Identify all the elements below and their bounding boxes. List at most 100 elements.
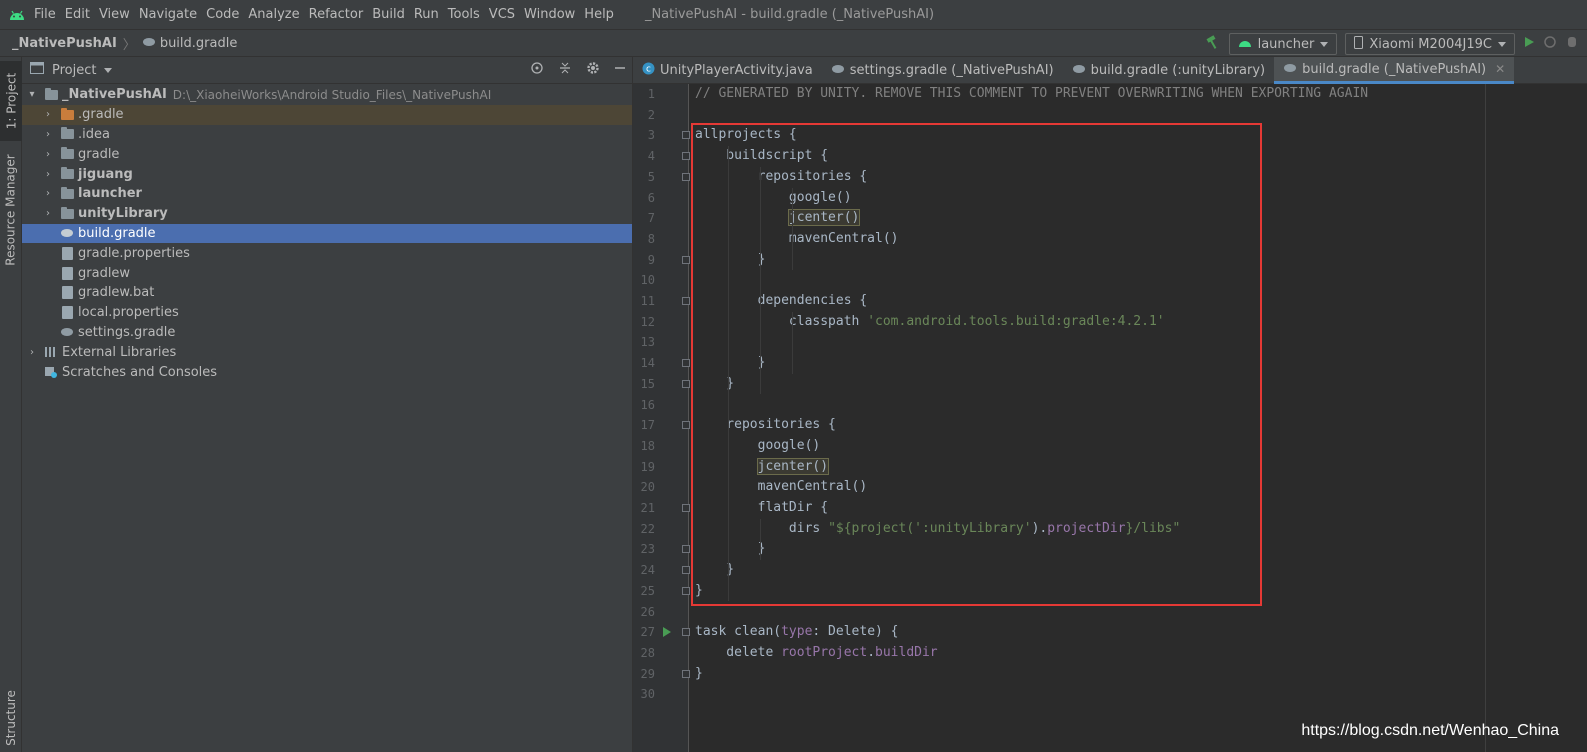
line-number: 19: [640, 459, 655, 474]
project-view-select[interactable]: Project: [52, 63, 96, 78]
tree-item-label: External Libraries: [62, 344, 177, 360]
minimize-icon[interactable]: [614, 62, 626, 78]
menu-run[interactable]: Run: [414, 7, 445, 22]
line-number: 20: [640, 480, 655, 495]
tree-item-external-libraries[interactable]: › External Libraries: [22, 342, 632, 362]
tree-item-unitylibrary[interactable]: › unityLibrary: [22, 204, 632, 224]
hammer-icon[interactable]: [1205, 34, 1221, 54]
fold-marker-icon[interactable]: [682, 545, 690, 554]
tab-label: settings.gradle (_NativePushAI): [849, 63, 1054, 78]
fold-marker-icon[interactable]: [682, 297, 690, 305]
folder-icon: [59, 147, 75, 161]
project-panel: Project ▾ _NativePushAI D:\_XiaoheiWorks…: [22, 57, 633, 752]
tree-item-settings-gradle[interactable]: settings.gradle: [22, 323, 632, 343]
structure-tool-tab[interactable]: Structure: [0, 687, 22, 749]
fold-marker-icon[interactable]: [682, 255, 690, 264]
fold-marker-icon[interactable]: [682, 586, 690, 595]
chevron-right-icon[interactable]: ›: [42, 149, 54, 160]
menu-analyze[interactable]: Analyze: [248, 7, 305, 22]
menu-help[interactable]: Help: [584, 7, 620, 22]
breadcrumb-file[interactable]: build.gradle: [160, 36, 238, 51]
dot: .: [867, 644, 876, 660]
fold-marker-icon[interactable]: [682, 379, 690, 388]
chevron-right-icon[interactable]: ›: [42, 109, 54, 120]
debug-icon[interactable]: [1565, 35, 1579, 53]
line-number: 11: [640, 294, 655, 308]
line-number: 21: [640, 501, 655, 515]
tree-item-label: .idea: [78, 126, 110, 142]
gradle-elephant-icon: [831, 63, 845, 78]
fold-marker-icon[interactable]: [682, 421, 690, 430]
android-studio-logo-icon: [0, 9, 34, 21]
menu-refactor[interactable]: Refactor: [309, 7, 370, 22]
tree-item-gradle-properties[interactable]: gradle.properties: [22, 243, 632, 263]
project-tool-tab[interactable]: 1: Project: [0, 61, 22, 141]
chevron-right-icon[interactable]: ›: [42, 208, 54, 219]
tab-build-gradle-root[interactable]: build.gradle (_NativePushAI) ✕: [1274, 57, 1515, 84]
run-config-select[interactable]: launcher: [1228, 33, 1338, 55]
tab-unityplayeractivity[interactable]: c UnityPlayerActivity.java: [633, 57, 822, 84]
close-icon[interactable]: ✕: [1495, 62, 1505, 76]
menu-build[interactable]: Build: [372, 7, 411, 22]
tree-item-gradle[interactable]: › gradle: [22, 144, 632, 164]
locate-icon[interactable]: [530, 61, 544, 79]
folder-icon: [59, 127, 75, 141]
run-icon[interactable]: [1523, 36, 1535, 52]
menu-edit[interactable]: Edit: [65, 7, 96, 22]
fold-marker-icon[interactable]: [682, 359, 690, 368]
chevron-right-icon[interactable]: ›: [42, 169, 54, 180]
tree-item-idea[interactable]: › .idea: [22, 125, 632, 145]
tree-item-jiguang[interactable]: › jiguang: [22, 164, 632, 184]
svg-text:c: c: [646, 65, 651, 75]
chevron-down-icon[interactable]: ▾: [26, 89, 38, 100]
module-folder-icon: [59, 206, 75, 221]
fold-marker-icon[interactable]: [682, 152, 690, 161]
chevron-right-icon[interactable]: ›: [42, 129, 54, 140]
menu-code[interactable]: Code: [206, 7, 245, 22]
menu-vcs[interactable]: VCS: [489, 7, 521, 22]
tree-item-build-gradle[interactable]: build.gradle: [22, 223, 632, 244]
menu-view[interactable]: View: [99, 7, 136, 22]
menu-file[interactable]: File: [34, 7, 62, 22]
fold-marker-icon[interactable]: [682, 669, 690, 678]
tree-item-scratches[interactable]: Scratches and Consoles: [22, 362, 632, 382]
chevron-right-icon[interactable]: ›: [26, 347, 38, 358]
line-number: 22: [640, 521, 655, 536]
menu-tools[interactable]: Tools: [448, 7, 486, 22]
tree-item-gradle-cache[interactable]: › .gradle: [22, 104, 632, 125]
line-number: 6: [647, 190, 655, 205]
apply-changes-icon[interactable]: [1543, 35, 1557, 53]
fold-marker-icon[interactable]: [682, 628, 690, 637]
chevron-right-icon[interactable]: ›: [42, 188, 54, 199]
tree-item-launcher[interactable]: › launcher: [22, 184, 632, 204]
device-select[interactable]: Xiaomi M2004J19C: [1345, 33, 1515, 55]
tab-build-gradle-unitylibrary[interactable]: build.gradle (:unityLibrary): [1063, 57, 1275, 84]
run-gutter-icon[interactable]: [663, 627, 671, 638]
navigation-bar: _NativePushAI 〉 build.gradle launcher Xi…: [0, 29, 1587, 57]
fold-marker-icon[interactable]: [682, 131, 690, 140]
collapse-all-icon[interactable]: [558, 61, 572, 79]
resource-manager-tool-tab[interactable]: Resource Manager: [0, 149, 22, 271]
chevron-down-icon[interactable]: [104, 67, 113, 73]
fold-marker-icon[interactable]: [682, 172, 690, 181]
tree-item-gradlew[interactable]: gradlew: [22, 263, 632, 283]
java-class-icon: c: [642, 62, 655, 79]
breadcrumb-project[interactable]: _NativePushAI: [12, 36, 117, 51]
menu-navigate[interactable]: Navigate: [139, 7, 203, 22]
gradle-elephant-icon: [1072, 63, 1086, 78]
tree-root[interactable]: ▾ _NativePushAI D:\_XiaoheiWorks\Android…: [22, 85, 632, 105]
tree-root-path: D:\_XiaoheiWorks\Android Studio_Files\_N…: [172, 87, 492, 102]
menu-window[interactable]: Window: [524, 7, 581, 22]
tree-item-gradlew-bat[interactable]: gradlew.bat: [22, 283, 632, 303]
gear-icon[interactable]: [586, 61, 600, 79]
tree-item-label: jiguang: [78, 166, 133, 182]
fold-marker-icon[interactable]: [682, 504, 690, 512]
scratches-icon: [43, 365, 59, 379]
structure-tool-tab-label: Structure: [4, 690, 19, 746]
tree-item-label: Scratches and Consoles: [62, 364, 218, 380]
fold-marker-icon[interactable]: [682, 566, 690, 575]
rootproject-property: rootProject: [781, 644, 868, 660]
tab-settings-gradle[interactable]: settings.gradle (_NativePushAI): [822, 57, 1063, 84]
line-number: 9: [647, 252, 655, 267]
tree-item-local-properties[interactable]: local.properties: [22, 303, 632, 323]
